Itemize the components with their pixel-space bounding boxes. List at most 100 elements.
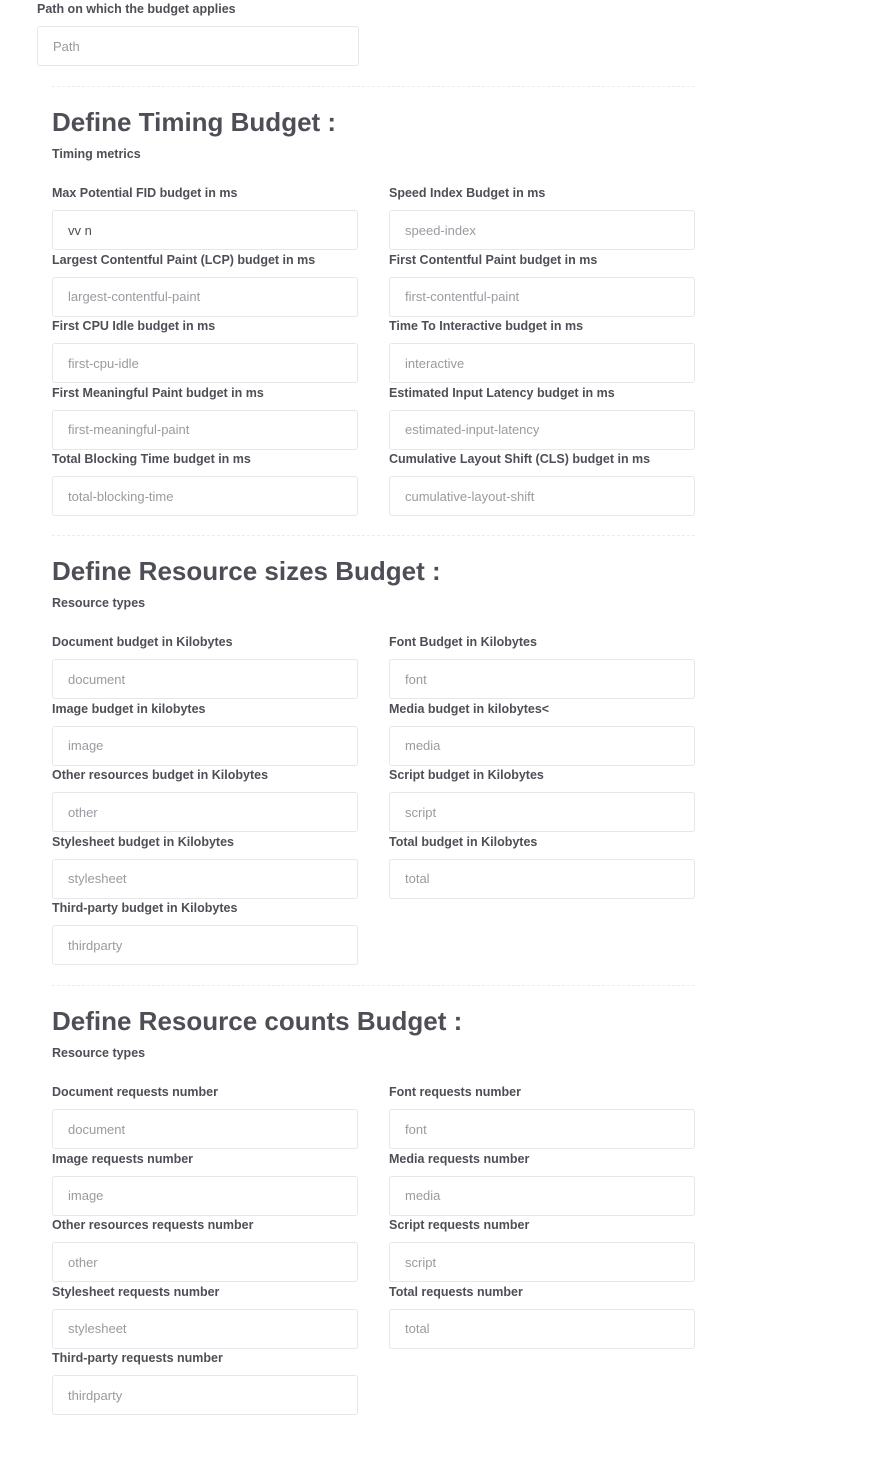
- field-label: Image budget in kilobytes: [52, 701, 206, 716]
- field-label: First Meaningful Paint budget in ms: [52, 385, 264, 400]
- fields-grid: Document requests number Font requests nu…: [52, 1083, 695, 1416]
- other-input[interactable]: [52, 1242, 358, 1282]
- field-label: Largest Contentful Paint (LCP) budget in…: [52, 252, 316, 267]
- field-image: Image requests number: [52, 1150, 358, 1217]
- field-label: Other resources budget in Kilobytes: [52, 768, 269, 782]
- first-contentful-paint-input[interactable]: [389, 276, 695, 317]
- field-label: Max Potential FID budget in ms: [52, 186, 238, 200]
- media-input[interactable]: [389, 725, 695, 766]
- field-label: Script requests number: [389, 1218, 530, 1232]
- field-label: Font requests number: [389, 1085, 521, 1099]
- section-subtitle: Resource types: [52, 1046, 146, 1060]
- path-input[interactable]: [37, 26, 359, 66]
- field-other: Other resources budget in Kilobytes: [52, 766, 358, 833]
- section-divider: [52, 535, 695, 536]
- field-label: Media requests number: [389, 1151, 530, 1166]
- interactive-input[interactable]: [389, 343, 695, 383]
- field-label: Third-party budget in Kilobytes: [52, 901, 238, 915]
- field-label: Estimated Input Latency budget in ms: [389, 385, 615, 400]
- section-divider: [52, 86, 695, 87]
- field-interactive: Time To Interactive budget in ms: [389, 317, 695, 384]
- field-document: Document requests number: [52, 1083, 358, 1150]
- field-label: Stylesheet requests number: [52, 1284, 220, 1299]
- field-label: Image requests number: [52, 1151, 194, 1166]
- first-meaningful-paint-input[interactable]: [52, 409, 358, 450]
- field-font: Font Budget in Kilobytes: [389, 633, 695, 700]
- section-title: Define Resource counts Budget :: [52, 1006, 463, 1036]
- field-stylesheet: Stylesheet requests number: [52, 1283, 358, 1350]
- largest-contentful-paint-input[interactable]: [52, 276, 358, 317]
- field-label: First CPU Idle budget in ms: [52, 319, 216, 333]
- field-cumulative-layout-shift: Cumulative Layout Shift (CLS) budget in …: [389, 450, 695, 517]
- field-label: Other resources requests number: [52, 1218, 254, 1232]
- thirdparty-input[interactable]: [52, 1375, 358, 1415]
- field-speed-index: Speed Index Budget in ms: [389, 184, 695, 251]
- field-other: Other resources requests number: [52, 1216, 358, 1283]
- field-script: Script budget in Kilobytes: [389, 766, 695, 833]
- field-script: Script requests number: [389, 1216, 695, 1283]
- field-label: Third-party requests number: [52, 1351, 223, 1365]
- field-stylesheet: Stylesheet budget in Kilobytes: [52, 833, 358, 900]
- field-media: Media budget in kilobytes<: [389, 700, 695, 767]
- field-first-meaningful-paint: First Meaningful Paint budget in ms: [52, 384, 358, 451]
- font-input[interactable]: [389, 659, 695, 699]
- field-estimated-input-latency: Estimated Input Latency budget in ms: [389, 384, 695, 451]
- document-input[interactable]: [52, 659, 358, 699]
- field-first-contentful-paint: First Contentful Paint budget in ms: [389, 251, 695, 318]
- fields-grid: Max Potential FID budget in ms Speed Inde…: [52, 184, 695, 517]
- field-label: Font Budget in Kilobytes: [389, 635, 537, 649]
- section-divider: [52, 985, 695, 986]
- max-potential-fid-input[interactable]: [52, 210, 358, 250]
- path-label: Path on which the budget applies: [37, 2, 236, 16]
- timing-budget-section: Define Timing Budget : Timing metrics Max …: [52, 86, 695, 517]
- section-title: Define Timing Budget :: [52, 107, 337, 137]
- field-thirdparty: Third-party requests number: [52, 1349, 358, 1416]
- section-subtitle: Timing metrics: [52, 147, 141, 161]
- field-media: Media requests number: [389, 1150, 695, 1217]
- section-subtitle: Resource types: [52, 596, 146, 610]
- field-document: Document budget in Kilobytes: [52, 633, 358, 700]
- field-label: Total Blocking Time budget in ms: [52, 452, 251, 466]
- font-input[interactable]: [389, 1109, 695, 1149]
- image-input[interactable]: [52, 725, 358, 766]
- first-cpu-idle-input[interactable]: [52, 343, 358, 383]
- field-label: Stylesheet budget in Kilobytes: [52, 834, 234, 849]
- thirdparty-input[interactable]: [52, 925, 358, 965]
- resource-counts-budget-section: Define Resource counts Budget : Resource …: [52, 985, 695, 1416]
- field-total: Total requests number: [389, 1283, 695, 1350]
- stylesheet-input[interactable]: [52, 1308, 358, 1349]
- field-label: First Contentful Paint budget in ms: [389, 252, 598, 267]
- field-label: Media budget in kilobytes<: [389, 701, 550, 716]
- resource-sizes-budget-section: Define Resource sizes Budget : Resource t…: [52, 535, 695, 966]
- other-input[interactable]: [52, 792, 358, 832]
- field-label: Document requests number: [52, 1085, 219, 1099]
- media-input[interactable]: [389, 1175, 695, 1216]
- script-input[interactable]: [389, 792, 695, 832]
- image-input[interactable]: [52, 1175, 358, 1216]
- estimated-input-latency-input[interactable]: [389, 409, 695, 450]
- section-title: Define Resource sizes Budget :: [52, 556, 441, 586]
- field-first-cpu-idle: First CPU Idle budget in ms: [52, 317, 358, 384]
- field-label: Script budget in Kilobytes: [389, 768, 544, 782]
- speed-index-input[interactable]: [389, 210, 695, 250]
- total-input[interactable]: [389, 1308, 695, 1349]
- total-input[interactable]: [389, 858, 695, 899]
- script-input[interactable]: [389, 1242, 695, 1282]
- field-label: Total budget in Kilobytes: [389, 834, 538, 849]
- field-total: Total budget in Kilobytes: [389, 833, 695, 900]
- field-label: Document budget in Kilobytes: [52, 635, 233, 649]
- field-max-potential-fid: Max Potential FID budget in ms: [52, 184, 358, 251]
- field-image: Image budget in kilobytes: [52, 700, 358, 767]
- field-label: Speed Index Budget in ms: [389, 186, 546, 200]
- cumulative-layout-shift-input[interactable]: [389, 476, 695, 516]
- field-font: Font requests number: [389, 1083, 695, 1150]
- total-blocking-time-input[interactable]: [52, 476, 358, 516]
- fields-grid: Document budget in Kilobytes Font Budget …: [52, 633, 695, 966]
- document-input[interactable]: [52, 1109, 358, 1149]
- field-thirdparty: Third-party budget in Kilobytes: [52, 899, 358, 966]
- field-label: Cumulative Layout Shift (CLS) budget in …: [389, 452, 651, 466]
- stylesheet-input[interactable]: [52, 858, 358, 899]
- field-label: Total requests number: [389, 1284, 523, 1299]
- path-field-group: Path on which the budget applies: [37, 0, 359, 66]
- field-label: Time To Interactive budget in ms: [389, 319, 584, 333]
